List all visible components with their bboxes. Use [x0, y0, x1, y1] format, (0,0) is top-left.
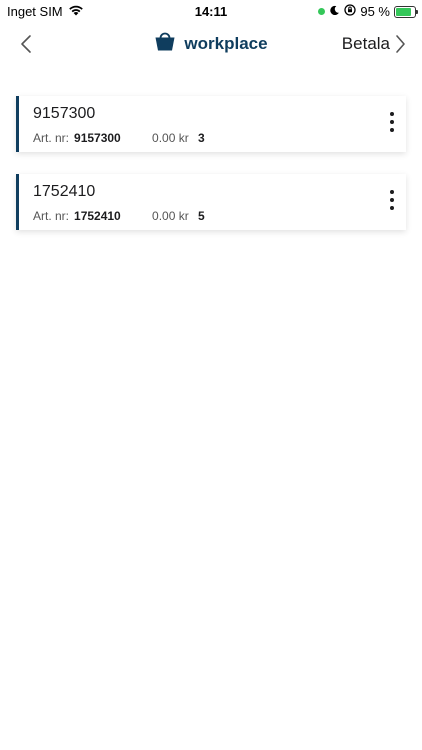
art-number-value: 9157300 — [74, 131, 121, 145]
camera-indicator-dot — [318, 8, 326, 15]
betala-label: Betala — [341, 34, 390, 53]
item-price: 0.00 kr — [152, 209, 189, 223]
item-meta: Art. nr: 9157300 0.00 kr 3 — [33, 131, 205, 145]
item-title: 9157300 — [33, 105, 96, 122]
art-number-label: Art. nr: — [33, 209, 70, 223]
basket-icon — [154, 30, 176, 57]
status-right: 95 % — [318, 4, 418, 19]
item-price: 0.00 kr — [152, 131, 189, 145]
moon-icon — [329, 4, 340, 19]
battery-nub — [416, 9, 418, 14]
chevron-right-icon — [396, 35, 405, 53]
battery-percent: 95 % — [360, 4, 390, 19]
art-number-value: 1752410 — [74, 209, 121, 223]
item-meta: Art. nr: 1752410 0.00 kr 5 — [33, 209, 205, 223]
more-options-button[interactable] — [388, 190, 396, 214]
item-title: 1752410 — [33, 183, 96, 200]
status-bar: Inget SIM 14:11 95 % — [0, 0, 422, 22]
betala-button[interactable]: Betala — [342, 33, 406, 55]
art-number-label: Art. nr: — [33, 131, 70, 145]
battery-fill — [396, 7, 411, 16]
more-vertical-icon — [388, 190, 396, 210]
cart-item[interactable]: 9157300 Art. nr: 9157300 0.00 kr 3 — [16, 96, 406, 152]
cart-list: 9157300 Art. nr: 9157300 0.00 kr 3 17524… — [16, 96, 406, 252]
item-quantity: 5 — [198, 209, 205, 223]
orientation-lock-icon — [344, 4, 357, 19]
item-quantity: 3 — [198, 131, 205, 145]
more-options-button[interactable] — [388, 112, 396, 136]
battery-charging-icon — [394, 5, 418, 18]
more-vertical-icon — [388, 112, 396, 132]
cart-item[interactable]: 1752410 Art. nr: 1752410 0.00 kr 5 — [16, 174, 406, 230]
brand-name: workplace — [184, 33, 268, 53]
navigation-bar: workplace Betala — [0, 26, 422, 62]
